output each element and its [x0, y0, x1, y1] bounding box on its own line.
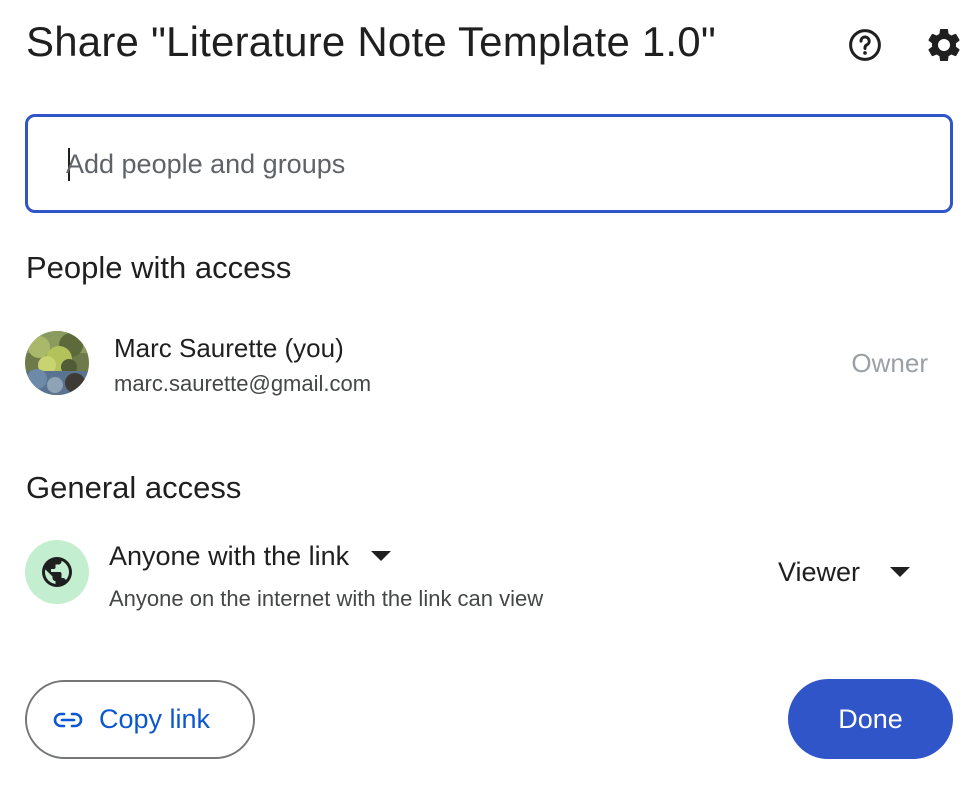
globe-badge [25, 540, 89, 604]
link-icon [53, 712, 83, 727]
role-label: Viewer [778, 556, 861, 587]
caret-down-icon [890, 567, 911, 577]
person-role: Owner [851, 348, 928, 378]
dialog-title: Share "Literature Note Template 1.0" [26, 18, 716, 65]
avatar-photo [25, 331, 89, 395]
help-circle-icon [849, 29, 881, 61]
avatar [25, 331, 89, 395]
add-people-input[interactable] [66, 143, 926, 185]
general-access-label: Anyone with the link [109, 540, 350, 571]
role-dropdown[interactable]: Viewer [778, 554, 911, 590]
general-access-description: Anyone on the internet with the link can… [109, 586, 544, 611]
caret-down-icon [371, 551, 392, 561]
person-name: Marc Saurette (you) [114, 333, 344, 363]
copy-link-label: Copy link [99, 704, 211, 734]
globe-icon [42, 557, 72, 587]
gear-icon [928, 28, 960, 61]
copy-link-button[interactable]: Copy link [25, 680, 255, 759]
help-button[interactable] [843, 23, 887, 67]
general-access-dropdown[interactable]: Anyone with the link [109, 538, 392, 574]
done-label: Done [838, 703, 903, 734]
people-with-access-heading: People with access [26, 250, 292, 285]
general-access-heading: General access [26, 470, 242, 505]
person-email: marc.saurette@gmail.com [114, 371, 372, 396]
done-button[interactable]: Done [788, 679, 953, 759]
add-people-field[interactable] [25, 114, 953, 213]
settings-button[interactable] [922, 23, 966, 67]
